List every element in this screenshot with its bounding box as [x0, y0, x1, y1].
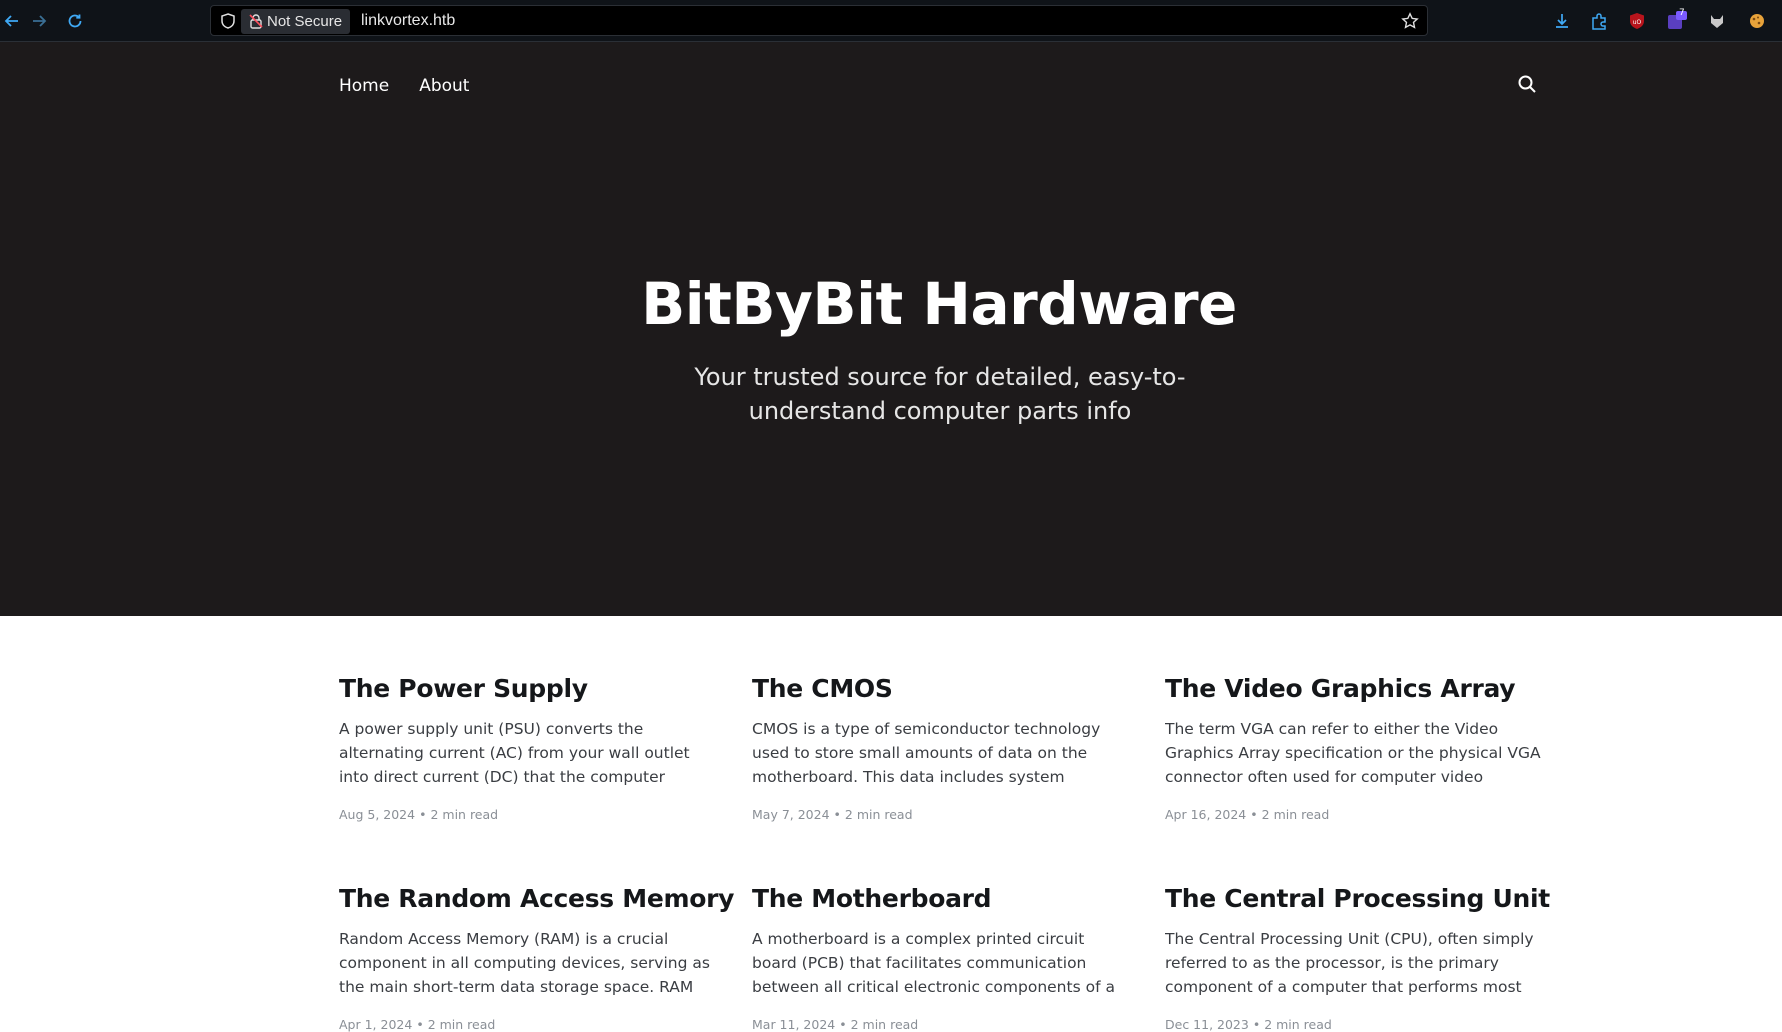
- post-excerpt: The Central Processing Unit (CPU), often…: [1165, 930, 1534, 996]
- post-title[interactable]: The Random Access Memory: [339, 884, 734, 913]
- post-excerpt: A power supply unit (PSU) converts the a…: [339, 720, 690, 786]
- meta-separator: •: [419, 807, 427, 822]
- post-card[interactable]: The Random Access Memory Random Access M…: [339, 884, 734, 1032]
- site-subtitle: Your trusted source for detailed, easy-t…: [694, 363, 1186, 425]
- post-card[interactable]: The Motherboard A motherboard is a compl…: [752, 884, 1128, 1032]
- bookmark-star-icon[interactable]: [1401, 12, 1419, 30]
- post-title[interactable]: The Video Graphics Array: [1165, 674, 1541, 703]
- post-read-time: 2 min read: [1261, 807, 1330, 822]
- post-card[interactable]: The Power Supply A power supply unit (PS…: [339, 674, 715, 822]
- url-text[interactable]: linkvortex.htb: [361, 6, 455, 36]
- download-icon: [1556, 14, 1568, 28]
- post-card[interactable]: The Video Graphics Array The term VGA ca…: [1165, 674, 1541, 822]
- post-date: Dec 11, 2023: [1165, 1017, 1249, 1032]
- ublock-button[interactable]: uO: [1626, 10, 1648, 32]
- post-date: Aug 5, 2024: [339, 807, 416, 822]
- post-date: Apr 16, 2024: [1165, 807, 1247, 822]
- meta-separator: •: [833, 807, 841, 822]
- url-bar[interactable]: Not Secure linkvortex.htb: [210, 5, 1428, 36]
- foxyproxy-button[interactable]: [1706, 10, 1728, 32]
- post-title[interactable]: The Power Supply: [339, 674, 715, 703]
- extension-badge-count: 7: [1679, 8, 1685, 18]
- puzzle-icon: [1592, 13, 1606, 30]
- post-meta: Apr 1, 2024 • 2 min read: [339, 1017, 715, 1032]
- browser-toolbar: Not Secure linkvortex.htb uO 7: [0, 0, 1782, 42]
- security-label: Not Secure: [267, 13, 343, 30]
- post-title[interactable]: The CMOS: [752, 674, 1128, 703]
- post-excerpt: The term VGA can refer to either the Vid…: [1165, 720, 1541, 786]
- site-header: Home About BitByBit Hardware Your truste…: [0, 42, 1782, 616]
- security-indicator[interactable]: Not Secure: [241, 9, 351, 34]
- post-excerpt: A motherboard is a complex printed circu…: [752, 930, 1115, 996]
- post-meta: Apr 16, 2024 • 2 min read: [1165, 807, 1541, 822]
- reload-icon: [68, 14, 82, 28]
- post-card[interactable]: The Central Processing Unit The Central …: [1165, 884, 1550, 1032]
- post-date: May 7, 2024: [752, 807, 830, 822]
- post-date: Apr 1, 2024: [339, 1017, 413, 1032]
- cookie-icon: [1750, 14, 1764, 28]
- post-title[interactable]: The Motherboard: [752, 884, 1128, 913]
- nav-about-link[interactable]: About: [419, 76, 469, 96]
- reload-button[interactable]: [63, 9, 87, 33]
- post-excerpt: CMOS is a type of semiconductor technolo…: [752, 720, 1101, 786]
- post-read-time: 2 min read: [1264, 1017, 1332, 1032]
- nav-home-link[interactable]: Home: [339, 76, 389, 96]
- fox-icon: [1711, 15, 1723, 28]
- extensions-button[interactable]: [1588, 10, 1610, 32]
- post-meta: Mar 11, 2024 • 2 min read: [752, 1017, 1128, 1032]
- post-title[interactable]: The Central Processing Unit: [1165, 884, 1550, 913]
- forward-button[interactable]: [27, 9, 51, 33]
- search-icon: [1518, 75, 1536, 93]
- cookie-button[interactable]: [1746, 10, 1768, 32]
- post-excerpt: Random Access Memory (RAM) is a crucial …: [339, 930, 710, 996]
- meta-separator: •: [1250, 807, 1258, 822]
- downloads-button[interactable]: [1551, 10, 1573, 32]
- arrow-right-icon: [33, 15, 47, 27]
- shield-icon[interactable]: [219, 12, 237, 30]
- hackbar-button[interactable]: 7: [1666, 8, 1688, 32]
- search-button[interactable]: [1517, 74, 1539, 96]
- post-card[interactable]: The CMOS CMOS is a type of semiconductor…: [752, 674, 1128, 822]
- post-meta: Aug 5, 2024 • 2 min read: [339, 807, 715, 822]
- post-date: Mar 11, 2024: [752, 1017, 836, 1032]
- post-read-time: 2 min read: [430, 807, 499, 822]
- post-read-time: 2 min read: [844, 807, 913, 822]
- site-title: BitByBit Hardware: [641, 270, 1237, 338]
- post-meta: Dec 11, 2023 • 2 min read: [1165, 1017, 1541, 1032]
- meta-separator: •: [839, 1017, 847, 1032]
- arrow-left-icon: [4, 15, 18, 27]
- meta-separator: •: [1252, 1017, 1261, 1032]
- post-read-time: 2 min read: [850, 1017, 919, 1032]
- meta-separator: •: [416, 1017, 424, 1032]
- post-meta: May 7, 2024 • 2 min read: [752, 807, 1128, 822]
- back-button[interactable]: [0, 9, 24, 33]
- lock-icon: [249, 14, 263, 29]
- site-nav: Home About: [339, 76, 469, 96]
- ublock-shield-icon: uO: [1630, 13, 1644, 29]
- post-read-time: 2 min read: [427, 1017, 496, 1032]
- svg-text:uO: uO: [1633, 19, 1642, 26]
